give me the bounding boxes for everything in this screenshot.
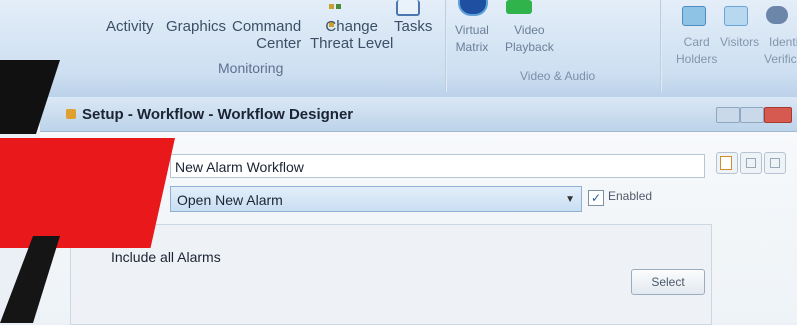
enabled-label: Enabled [608,189,653,203]
ribbon-identity-button[interactable]: Identi Verifica [764,34,797,68]
ribbon-graphics-button[interactable]: Graphics [166,18,226,35]
visitors-icon [724,6,748,26]
select-button[interactable]: Select [631,269,705,295]
edit-icon[interactable] [716,152,738,174]
trigger-select-value: Open New Alarm [177,192,283,208]
decorative-red-banner [0,138,175,248]
ribbon-label: Identi [769,35,797,49]
ribbon-virtual-matrix-button[interactable]: Virtual Matrix [455,22,489,56]
alarms-group-box: s Include all Alarms Select [70,224,712,325]
workflow-name-field[interactable]: New Alarm Workflow [170,154,705,178]
card-holders-icon [682,6,706,26]
paste-icon[interactable] [764,152,786,174]
virtual-matrix-icon [458,0,488,16]
ribbon-label: Virtual [455,23,489,37]
window-app-icon [66,109,76,119]
include-alarms-text: Include all Alarms [111,249,221,265]
ribbon-change-threat-level-button[interactable]: Change Threat Level [310,18,393,52]
video-playback-icon [506,0,532,14]
ribbon-visitors-button[interactable]: Visitors [720,34,759,51]
ribbon-label: Holders [676,52,718,66]
ribbon-label: Verifica [764,52,797,66]
trigger-select[interactable]: Open New Alarm ▼ [170,186,582,212]
window-titlebar[interactable]: Setup - Workflow - Workflow Designer [40,97,797,132]
enabled-checkbox[interactable]: ✓ [588,190,604,206]
ribbon-command-center-button[interactable]: Command Center [232,18,301,52]
close-button[interactable] [764,107,792,123]
minimize-button[interactable] [716,107,740,123]
identity-icon [766,6,788,24]
ribbon-label: Playback [505,40,554,54]
ribbon-tasks-button[interactable]: Tasks [394,18,432,35]
ribbon-label: Center [256,35,302,52]
ribbon-video-playback-button[interactable]: Video Playback [505,22,554,56]
ribbon-group-video-audio: Video & Audio [520,69,596,83]
ribbon-toolbar: Activity Graphics Command Center Change … [0,0,797,98]
copy-icon[interactable] [740,152,762,174]
ribbon-card-holders-button[interactable]: Card Holders [676,34,717,68]
chevron-down-icon: ▼ [565,194,575,205]
maximize-button[interactable] [740,107,764,123]
ribbon-separator [445,0,447,92]
ribbon-label: Change [325,18,378,35]
ribbon-group-monitoring: Monitoring [218,60,284,76]
ribbon-label: Threat Level [310,35,394,52]
ribbon-activity-button[interactable]: Activity [106,18,154,35]
ribbon-label: Command [232,18,302,35]
ribbon-separator [660,0,662,92]
ribbon-label: Matrix [455,40,489,54]
window-title: Setup - Workflow - Workflow Designer [82,106,354,123]
tasks-icon [396,0,420,16]
ribbon-label: Video [514,23,545,37]
ribbon-label: Card [683,35,710,49]
threat-level-icon [328,0,348,27]
